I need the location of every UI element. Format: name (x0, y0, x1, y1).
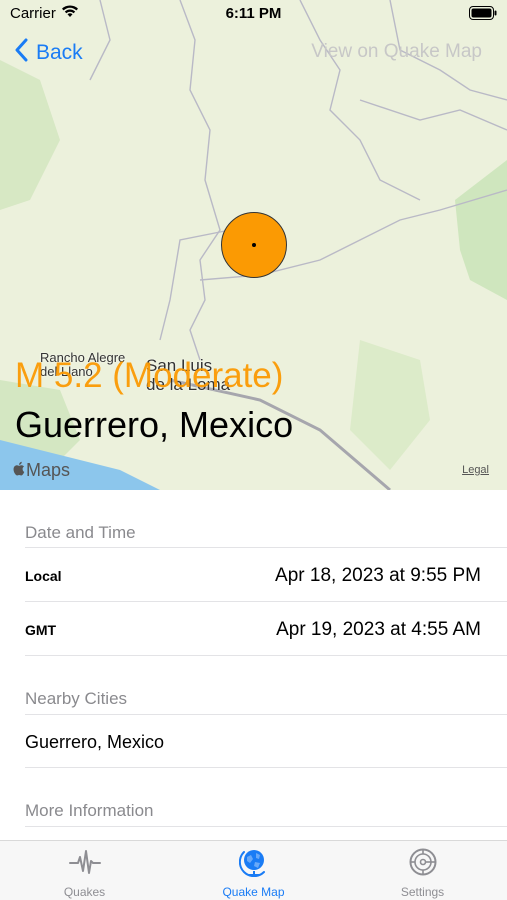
map-view[interactable]: Carrier 6:11 PM Back View on Quake Map R… (0, 0, 507, 490)
epicenter-dot (252, 243, 256, 247)
tab-settings[interactable]: Settings (338, 841, 507, 900)
gmt-label: GMT (25, 622, 57, 638)
tab-quake-map[interactable]: Quake Map (169, 841, 338, 900)
chevron-left-icon (14, 38, 28, 68)
status-bar: Carrier 6:11 PM (0, 0, 507, 30)
view-on-quake-map-button[interactable]: View on Quake Map (311, 41, 482, 63)
back-button[interactable]: Back (14, 38, 83, 68)
clock-label: 6:11 PM (225, 5, 282, 22)
divider (25, 601, 507, 602)
tab-bar: Quakes Quake Map Settings (0, 840, 507, 900)
nearby-city-row[interactable]: Guerrero, Mexico (25, 732, 164, 753)
tab-label: Settings (400, 885, 445, 899)
location-title: Guerrero, Mexico (15, 404, 294, 445)
divider (25, 826, 507, 827)
maps-logo-text: Maps (26, 460, 71, 480)
local-time-value: Apr 18, 2023 at 9:55 PM (275, 565, 481, 586)
legal-link[interactable]: Legal (462, 464, 489, 476)
divider (25, 767, 507, 768)
back-label: Back (36, 41, 83, 64)
maps-logo: Maps (13, 460, 70, 481)
gmt-time-value: Apr 19, 2023 at 4:55 AM (276, 619, 481, 640)
tab-label: Quakes (63, 885, 106, 899)
nearby-cities-header: Nearby Cities (25, 689, 128, 708)
date-time-header: Date and Time (25, 523, 136, 542)
divider (25, 547, 507, 548)
quake-marker[interactable] (221, 212, 287, 278)
details-list[interactable]: Date and Time Local Apr 18, 2023 at 9:55… (0, 490, 507, 840)
gear-icon (338, 847, 507, 882)
divider (25, 714, 507, 715)
battery-icon (469, 6, 497, 24)
apple-logo-icon (13, 460, 25, 481)
globe-icon (169, 847, 338, 882)
waveform-icon (0, 847, 169, 882)
tab-quakes[interactable]: Quakes (0, 841, 169, 900)
more-information-header: More Information (25, 801, 154, 820)
magnitude-title: M 5.2 (Moderate) (15, 356, 284, 395)
local-label: Local (25, 568, 62, 584)
divider (25, 655, 507, 656)
tab-label: Quake Map (222, 885, 285, 899)
